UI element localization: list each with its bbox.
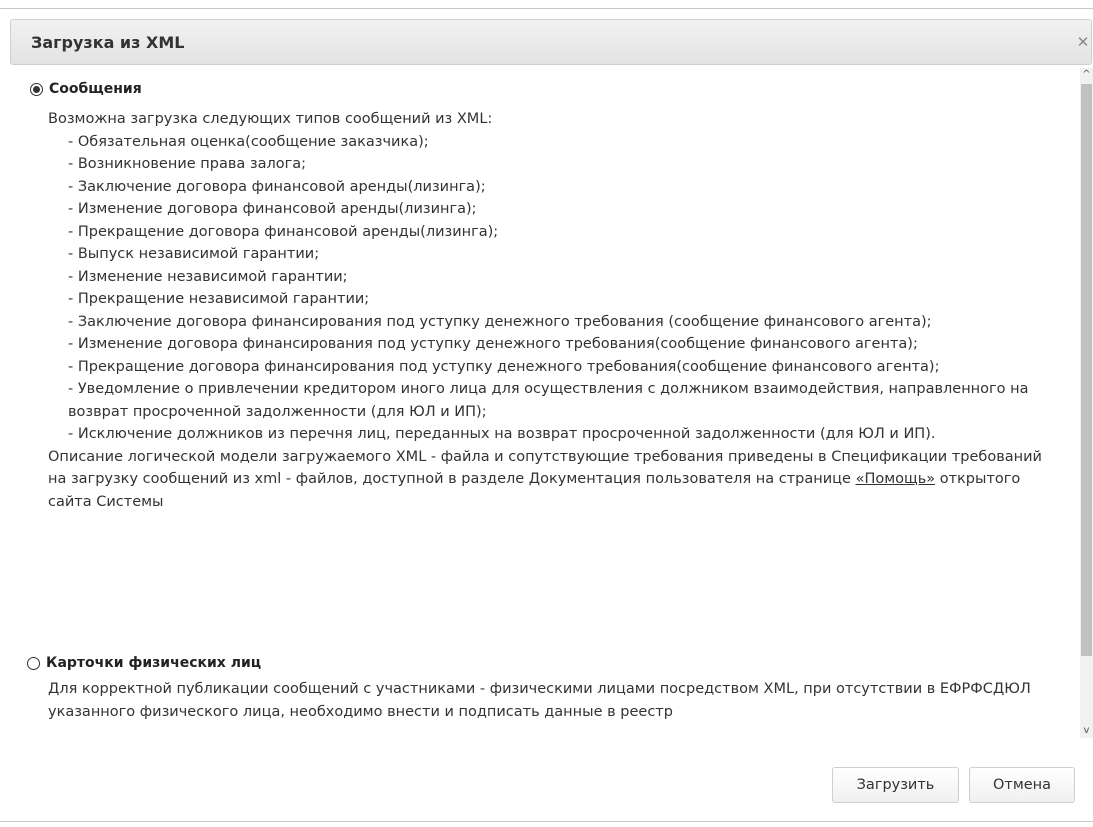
radio-messages[interactable]: Сообщения <box>30 81 142 97</box>
list-item: - Заключение договора финансирования под… <box>68 313 932 330</box>
messages-intro: Возможна загрузка следующих типов сообще… <box>48 111 493 127</box>
scroll-up-icon[interactable]: ^ <box>1080 68 1093 82</box>
list-item: - Возникновение права залога; <box>68 156 307 172</box>
scroll-down-icon[interactable]: v <box>1080 724 1093 738</box>
list-item: - Исключение должников из перечня лиц, п… <box>68 426 936 442</box>
upload-button[interactable]: Загрузить <box>832 767 959 803</box>
radio-messages-indicator[interactable] <box>30 82 43 96</box>
content-scrollbar[interactable]: ^ v <box>1080 68 1093 738</box>
list-item: - Изменение договора финансовой аренды(л… <box>68 201 477 217</box>
list-item: - Прекращение договора финансирования по… <box>68 358 940 375</box>
messages-type-list: - Обязательная оценка(сообщение заказчик… <box>48 131 1048 446</box>
radio-persons[interactable]: Карточки физических лиц <box>27 655 261 671</box>
dialog-content: Сообщения Возможна загрузка следующих ти… <box>0 68 1080 738</box>
scrollbar-thumb[interactable] <box>1081 84 1092 656</box>
help-link[interactable]: «Помощь» <box>856 471 936 487</box>
list-item: - Изменение договора финансирования под … <box>68 336 918 352</box>
dialog-title: Загрузка из XML <box>31 33 185 52</box>
spec-description: Описание логической модели загружаемого … <box>48 446 1048 514</box>
close-icon[interactable]: ✕ <box>1073 32 1093 52</box>
list-item: - Прекращение независимой гарантии; <box>68 291 370 307</box>
list-item: - Прекращение договора финансовой аренды… <box>68 223 499 240</box>
messages-description: Возможна загрузка следующих типов сообще… <box>48 108 1048 513</box>
list-item: - Обязательная оценка(сообщение заказчик… <box>68 133 429 150</box>
list-item: - Заключение договора финансовой аренды(… <box>68 178 486 195</box>
list-item: - Изменение независимой гарантии; <box>68 268 348 285</box>
list-item: - Уведомление о привлечении кредитором и… <box>68 381 1029 420</box>
radio-persons-label: Карточки физических лиц <box>46 655 262 671</box>
radio-persons-indicator[interactable] <box>27 656 40 670</box>
list-item: - Выпуск независимой гарантии; <box>68 246 320 262</box>
dialog-titlebar: Загрузка из XML ✕ <box>10 19 1092 65</box>
cancel-button[interactable]: Отмена <box>969 767 1075 803</box>
persons-description: Для корректной публикации сообщений с уч… <box>48 681 1031 720</box>
radio-messages-label: Сообщения <box>49 81 142 97</box>
